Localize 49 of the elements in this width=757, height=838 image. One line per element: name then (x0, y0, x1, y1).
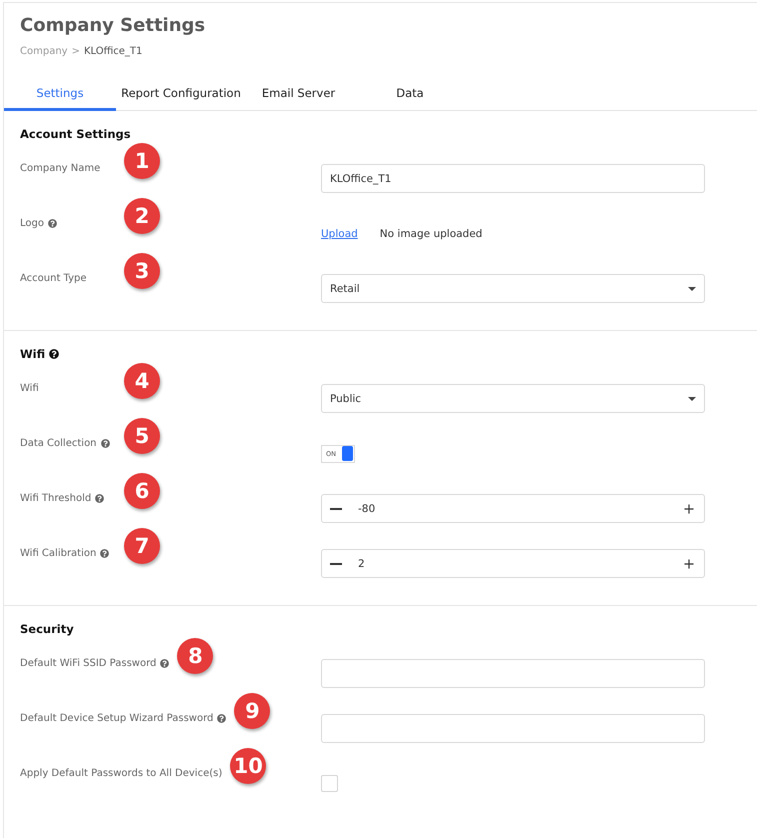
minus-icon (330, 508, 342, 510)
field-label: Account Type (20, 272, 87, 284)
dropdown[interactable]: Public (321, 384, 705, 413)
number-badge: 6 (124, 473, 160, 509)
checkbox[interactable] (321, 775, 338, 792)
number-badge: 1 (124, 143, 160, 179)
field-label: Apply Default Passwords to All Device(s) (20, 768, 222, 778)
breadcrumb-separator: > (72, 46, 80, 57)
dropdown[interactable]: Retail (321, 274, 705, 303)
section-heading: Security (20, 622, 74, 636)
tab[interactable]: Settings (4, 79, 116, 111)
plus-icon (682, 556, 696, 570)
number-badge: 9 (234, 693, 270, 729)
number-badge: 3 (124, 253, 160, 289)
plus-button[interactable] (682, 502, 696, 516)
minus-button[interactable] (330, 562, 342, 564)
field-label: Wifi Threshold (20, 492, 92, 504)
minus-icon (330, 562, 342, 564)
text-field[interactable] (321, 714, 705, 743)
field-label: Default WiFi SSID Password (20, 658, 156, 668)
field-label: Wifi Calibration (20, 548, 96, 558)
caret-icon (688, 396, 696, 400)
tab[interactable]: Email Server (246, 79, 351, 111)
upload-status: No image uploaded (380, 228, 482, 240)
field-label: Data Collection (20, 438, 97, 448)
plus-icon (682, 502, 696, 516)
help-icon[interactable] (49, 349, 60, 359)
caret-icon (688, 286, 696, 290)
section-heading: Account Settings (20, 127, 131, 141)
tab[interactable]: Report Configuration (116, 79, 246, 111)
upload-link[interactable]: Upload (321, 228, 358, 240)
number-badge: 7 (124, 528, 160, 564)
number-badge: 4 (124, 363, 160, 399)
section-heading: Wifi (20, 347, 46, 361)
breadcrumb-current: KLOffice_T1 (84, 46, 142, 57)
text-field[interactable]: KLOffice_T1 (321, 164, 705, 193)
field-label: Default Device Setup Wizard Password (20, 712, 214, 724)
number-badge: 10 (230, 748, 266, 784)
page-title: Company Settings (20, 15, 206, 36)
field-label: Wifi (20, 382, 39, 394)
minus-button[interactable] (330, 508, 342, 510)
field-label: Company Name (20, 162, 100, 174)
tab[interactable]: Data (351, 79, 469, 111)
text-field[interactable] (321, 659, 705, 688)
number-badge: 2 (124, 198, 160, 234)
field-label: Logo (20, 218, 44, 228)
plus-button[interactable] (682, 556, 696, 570)
number-badge: 8 (177, 638, 214, 674)
number-badge: 5 (124, 418, 160, 454)
